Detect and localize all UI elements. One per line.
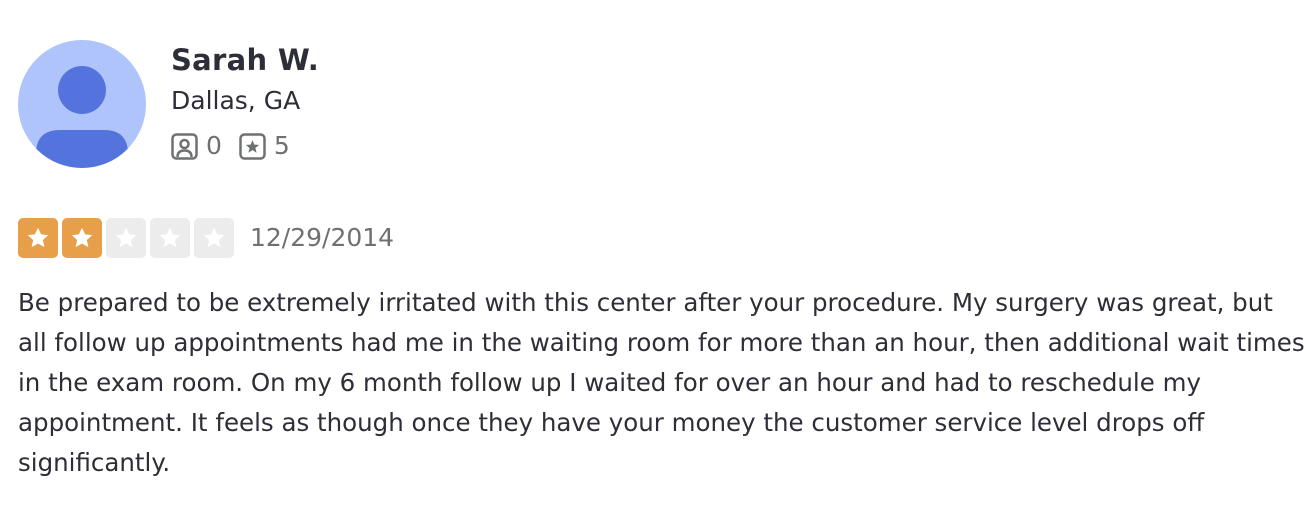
reviews-count: 5 bbox=[273, 131, 290, 160]
review-text: Be prepared to be extremely irritated wi… bbox=[18, 288, 1305, 477]
reviews-stat: 5 bbox=[239, 128, 290, 164]
reviewer-name[interactable]: Sarah W. bbox=[171, 40, 319, 80]
reviewer-stats: 0 5 bbox=[171, 128, 319, 164]
star-icon bbox=[27, 227, 49, 248]
star-filled bbox=[18, 218, 58, 258]
avatar[interactable] bbox=[18, 40, 146, 168]
rating-row: 12/29/2014 bbox=[18, 218, 394, 258]
user-silhouette-icon bbox=[36, 66, 128, 168]
star-icon bbox=[203, 227, 225, 248]
friends-count: 0 bbox=[206, 131, 222, 160]
star-filled bbox=[62, 218, 102, 258]
star-empty bbox=[194, 218, 234, 258]
review-date: 12/29/2014 bbox=[250, 223, 395, 252]
review-star-icon bbox=[239, 132, 266, 160]
friends-stat: 0 bbox=[171, 128, 222, 164]
star-rating bbox=[18, 218, 238, 258]
star-empty bbox=[150, 218, 190, 258]
reviewer-info: Sarah W. Dallas, GA 0 5 bbox=[171, 40, 319, 164]
star-icon bbox=[115, 227, 137, 248]
friends-icon bbox=[171, 132, 198, 160]
star-empty bbox=[106, 218, 146, 258]
reviewer-location: Dallas, GA bbox=[171, 86, 301, 115]
star-icon bbox=[71, 227, 93, 248]
star-icon bbox=[159, 227, 181, 248]
